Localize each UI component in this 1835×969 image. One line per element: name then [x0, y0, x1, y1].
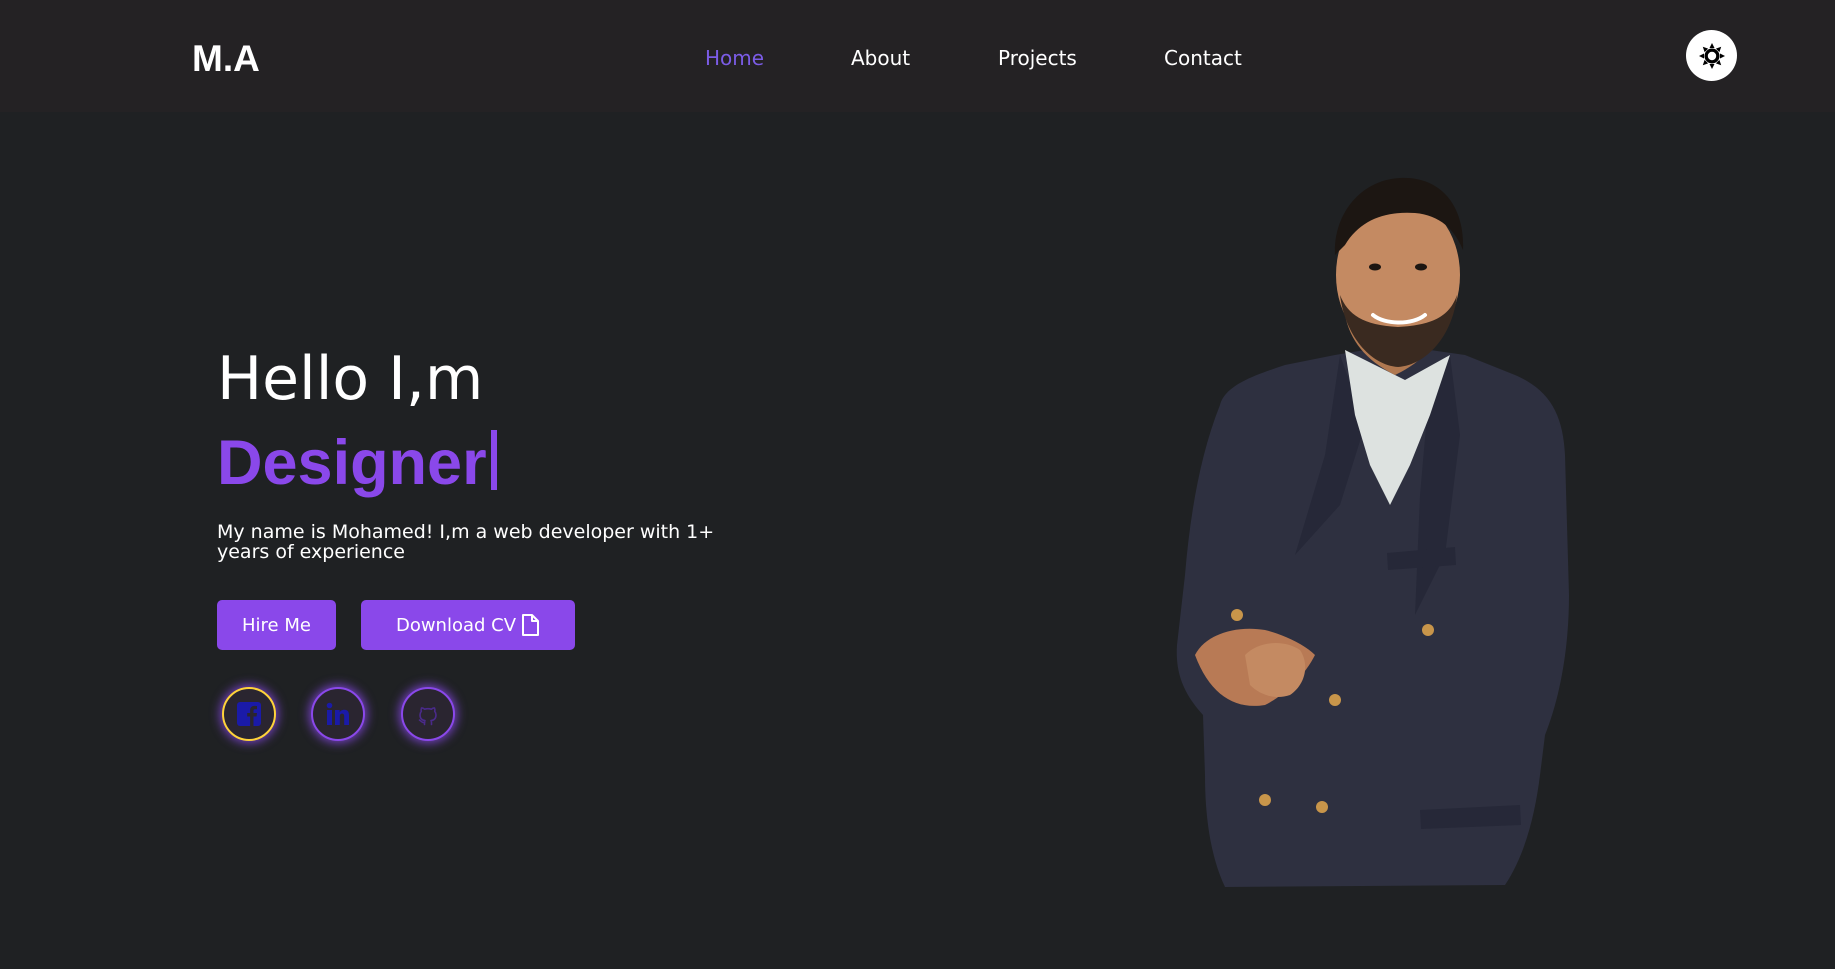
nav-link-projects[interactable]: Projects — [998, 46, 1077, 70]
nav-link-about[interactable]: About — [851, 46, 910, 70]
hero-role: Designer — [217, 425, 497, 501]
facebook-link[interactable] — [222, 687, 276, 741]
theme-toggle-button[interactable] — [1686, 30, 1737, 81]
portrait-photo — [1176, 177, 1569, 887]
facebook-icon — [237, 702, 261, 726]
download-cv-label: Download CV — [395, 614, 517, 636]
hero-role-text: Designer — [217, 428, 487, 498]
github-link[interactable] — [401, 687, 455, 741]
nav-link-contact[interactable]: Contact — [1164, 46, 1242, 70]
file-icon — [522, 614, 540, 636]
hero-greeting: Hello I,m — [217, 344, 484, 414]
linkedin-link[interactable] — [311, 687, 365, 741]
download-cv-button[interactable]: Download CV — [361, 600, 575, 650]
nav-links: Home About Projects Contact — [0, 46, 1835, 76]
hire-me-button[interactable]: Hire Me — [217, 600, 336, 650]
linkedin-icon — [326, 702, 349, 725]
typing-cursor — [490, 430, 497, 490]
sun-icon — [1698, 42, 1725, 69]
nav-link-home[interactable]: Home — [705, 46, 764, 70]
navbar: M.A Home About Projects Contact — [0, 0, 1835, 112]
hero-bio: My name is Mohamed! I,m a web developer … — [217, 521, 715, 563]
github-icon — [418, 707, 437, 726]
